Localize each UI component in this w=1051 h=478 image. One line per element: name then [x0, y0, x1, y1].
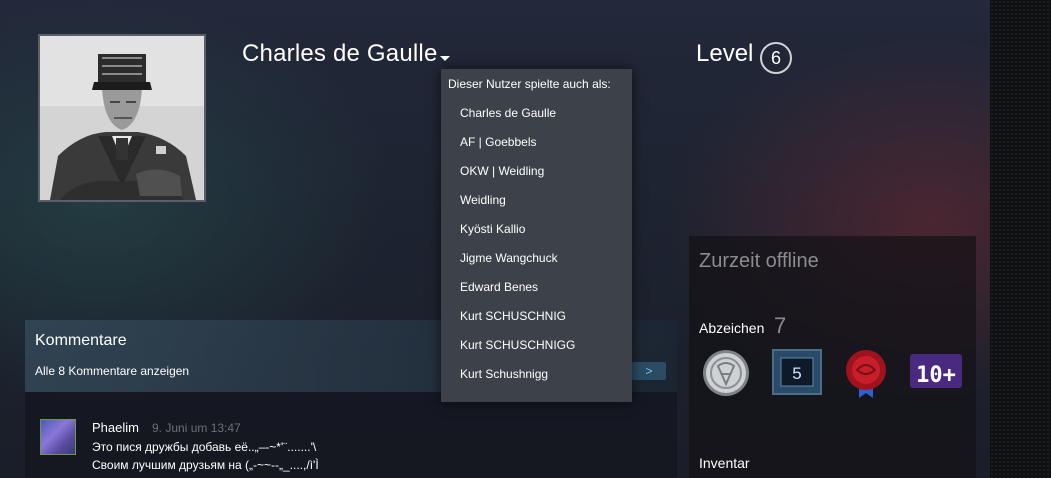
- persona-name: Charles de Gaulle: [242, 40, 438, 67]
- previous-name-item[interactable]: Kyösti Kallio: [460, 222, 525, 236]
- previous-name-item[interactable]: OKW | Weidling: [460, 164, 544, 178]
- previous-name-item[interactable]: Edward Benes: [460, 280, 538, 294]
- previous-name-item[interactable]: AF | Goebbels: [460, 135, 537, 149]
- persona-history-dropdown-icon[interactable]: [440, 56, 450, 61]
- comment-text-line: Своим лучшим друзьям на („-~~--„_....,/ì…: [92, 458, 319, 472]
- years-value: 5: [792, 364, 801, 383]
- silver-coin-badge-icon[interactable]: [699, 348, 753, 398]
- previous-names-title: Dieser Nutzer spielte auch als:: [448, 77, 611, 91]
- badges-count[interactable]: 7: [774, 313, 786, 339]
- comments-title: Kommentare: [35, 332, 127, 349]
- profile-avatar: [38, 34, 206, 202]
- page-side-background: [990, 0, 1051, 478]
- level-label: Level: [696, 40, 754, 67]
- view-all-comments-link[interactable]: Alle 8 Kommentare anzeigen: [35, 364, 189, 378]
- commenter-avatar[interactable]: [40, 419, 76, 455]
- comment-timestamp: 9. Juni um 13:47: [152, 421, 241, 435]
- ten-plus-badge-icon[interactable]: 10+: [908, 348, 962, 398]
- commenter-name[interactable]: Phaelim: [92, 420, 139, 435]
- previous-name-item[interactable]: Kurt Schushnigg: [460, 367, 548, 381]
- comments-next-arrow-button[interactable]: >: [632, 362, 666, 380]
- comment-text-line: Это пися дружбы добавь её..„–-~*'¨......…: [92, 440, 317, 454]
- wax-seal-badge-icon[interactable]: [839, 348, 893, 398]
- online-status: Zurzeit offline: [699, 250, 819, 272]
- inventory-link[interactable]: Inventar: [699, 455, 750, 471]
- previous-name-item[interactable]: Kurt SCHUSCHNIGG: [460, 338, 575, 352]
- ten-plus-value: 10+: [916, 363, 956, 388]
- level-badge[interactable]: 6: [760, 42, 792, 74]
- previous-name-item[interactable]: Weidling: [460, 193, 506, 207]
- previous-name-item[interactable]: Charles de Gaulle: [460, 106, 556, 120]
- avatar-portrait-image: [40, 36, 204, 200]
- years-of-service-badge-icon[interactable]: 5: [770, 348, 824, 398]
- badges-link[interactable]: Abzeichen: [699, 320, 764, 336]
- previous-name-item[interactable]: Kurt SCHUSCHNIG: [460, 309, 566, 323]
- previous-name-item[interactable]: Jigme Wangchuck: [460, 251, 558, 265]
